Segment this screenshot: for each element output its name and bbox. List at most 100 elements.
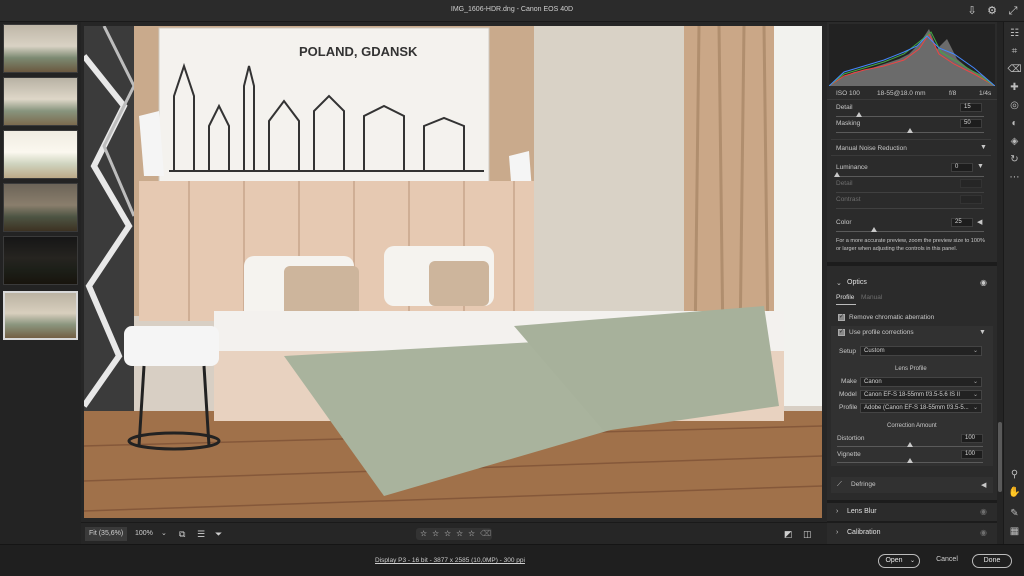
remove-ca-checkbox[interactable]: ✓ bbox=[838, 314, 845, 321]
tab-manual[interactable]: Manual bbox=[861, 294, 882, 301]
setup-select[interactable]: Custom ⌄ bbox=[860, 346, 982, 356]
red-eye-icon[interactable]: ◎ bbox=[1007, 98, 1022, 113]
model-select[interactable]: Canon EF-S 18-55mm f/3.5-5.6 IS II ⌄ bbox=[860, 390, 982, 400]
more-icon[interactable]: ⋯ bbox=[1007, 170, 1022, 185]
compare-icon[interactable]: ⧉ bbox=[179, 527, 185, 541]
filter-icon[interactable]: ⏷ bbox=[215, 527, 222, 541]
chevron-down-icon[interactable]: ⌄ bbox=[836, 279, 842, 287]
detail-slider-handle[interactable] bbox=[856, 112, 862, 117]
zoom-100-button[interactable]: 100% bbox=[135, 527, 153, 541]
hand-icon[interactable]: ✋ bbox=[1007, 485, 1022, 500]
distortion-slider-handle[interactable] bbox=[907, 442, 913, 447]
trash-icon[interactable]: ⌫ bbox=[480, 528, 491, 540]
filmstrip-thumb[interactable] bbox=[3, 24, 78, 73]
optics-heading[interactable]: Optics bbox=[847, 279, 867, 286]
crop-icon[interactable]: ⌗ bbox=[1007, 44, 1022, 59]
nr-detail-slider bbox=[836, 192, 984, 193]
chevron-right-icon[interactable]: › bbox=[836, 529, 838, 536]
profile-label: Profile bbox=[839, 404, 858, 411]
defringe-row[interactable]: ⟋ Defringe ◀ bbox=[831, 477, 993, 493]
zoom-fit-button[interactable]: Fit (35,6%) bbox=[85, 527, 128, 541]
edit-sliders-icon[interactable]: ☷ bbox=[1007, 26, 1022, 41]
scrollbar-thumb[interactable] bbox=[998, 422, 1002, 492]
chevron-down-icon: ⌄ bbox=[972, 392, 978, 398]
profile-value: Adobe (Canon EF-S 18-55mm f/3.5-5... bbox=[864, 405, 969, 411]
vignette-value-field[interactable]: 100 bbox=[961, 450, 983, 459]
eye-icon[interactable]: ◉ bbox=[980, 507, 987, 516]
luminance-slider[interactable] bbox=[836, 176, 984, 177]
star-icon[interactable]: ☆ bbox=[432, 528, 439, 540]
window-title: IMG_1606-HDR.dng - Canon EOS 40D bbox=[450, 6, 574, 13]
calibration-heading[interactable]: Calibration bbox=[847, 529, 880, 536]
make-value: Canon bbox=[864, 379, 882, 385]
correction-amount-heading: Correction Amount bbox=[887, 423, 937, 429]
eye-icon[interactable]: ◉ bbox=[980, 528, 987, 537]
luminance-label: Luminance bbox=[836, 164, 868, 171]
bedroom-photo: POLAND, GDANSK bbox=[84, 26, 822, 518]
model-label: Model bbox=[839, 391, 857, 398]
chevron-left-icon[interactable]: ◀ bbox=[981, 481, 986, 489]
filmstrip-thumb[interactable] bbox=[3, 77, 78, 126]
masking-value-field[interactable]: 50 bbox=[960, 119, 982, 128]
done-button[interactable]: Done bbox=[972, 554, 1012, 568]
filmstrip-thumb[interactable] bbox=[3, 183, 78, 232]
expand-icon[interactable]: ⤢ bbox=[1006, 4, 1020, 18]
vignette-slider-handle[interactable] bbox=[907, 458, 913, 463]
before-after-icon[interactable]: ◩ bbox=[784, 527, 793, 541]
rating-bar: ☆ ☆ ☆ ☆ ☆ ⌫ bbox=[416, 528, 492, 540]
star-icon[interactable]: ☆ bbox=[420, 528, 427, 540]
filmstrip-thumb-selected[interactable] bbox=[3, 291, 78, 340]
profile-select[interactable]: Adobe (Canon EF-S 18-55mm f/3.5-5... ⌄ bbox=[860, 403, 982, 413]
masking-label: Masking bbox=[836, 120, 861, 127]
chevron-down-icon[interactable]: ▼ bbox=[979, 329, 986, 336]
shutter-readout: 1/4s bbox=[979, 90, 992, 97]
aperture-readout: f/8 bbox=[949, 90, 957, 97]
chevron-right-icon[interactable]: › bbox=[836, 508, 838, 515]
nr-contrast-field bbox=[960, 195, 982, 204]
heal-icon[interactable]: ✚ bbox=[1007, 80, 1022, 95]
star-icon[interactable]: ☆ bbox=[468, 528, 475, 540]
zoom-icon[interactable]: ⚲ bbox=[1007, 467, 1022, 482]
photo-preview[interactable]: POLAND, GDANSK bbox=[84, 26, 822, 518]
chevron-down-icon: ⌄ bbox=[972, 379, 978, 385]
cancel-button[interactable]: Cancel bbox=[928, 554, 966, 568]
color-slider-handle[interactable] bbox=[871, 227, 877, 232]
presets-icon[interactable]: ◈ bbox=[1007, 134, 1022, 149]
masking-icon[interactable]: ◐ bbox=[1007, 116, 1022, 131]
open-button[interactable]: Open ⌄ bbox=[878, 554, 920, 568]
detail-value-field[interactable]: 15 bbox=[960, 103, 982, 112]
lens-blur-heading[interactable]: Lens Blur bbox=[847, 508, 877, 515]
star-icon[interactable]: ☆ bbox=[444, 528, 451, 540]
use-profile-checkbox[interactable]: ✓ bbox=[838, 329, 845, 336]
filmstrip-thumb[interactable] bbox=[3, 236, 78, 285]
eyedropper-icon[interactable]: ⟋ bbox=[837, 481, 842, 489]
chevron-down-icon[interactable]: ⌄ bbox=[910, 555, 915, 567]
lens-readout: 18-55@18.0 mm bbox=[877, 90, 926, 97]
tab-profile[interactable]: Profile bbox=[836, 294, 854, 301]
detail-label: Detail bbox=[836, 104, 853, 111]
chevron-left-icon[interactable]: ◀ bbox=[977, 218, 982, 226]
color-value-field[interactable]: 25 bbox=[951, 218, 973, 227]
eye-icon[interactable]: ◉ bbox=[980, 278, 987, 287]
eraser-icon[interactable]: ⌫ bbox=[1007, 62, 1022, 77]
workflow-options-link[interactable]: Display P3 - 16 bit - 3877 x 2585 (10,0M… bbox=[0, 557, 900, 564]
eyedropper-icon[interactable]: ✎ bbox=[1007, 506, 1022, 521]
filmstrip-thumb[interactable] bbox=[3, 130, 78, 179]
star-icon[interactable]: ☆ bbox=[456, 528, 463, 540]
sort-icon[interactable]: ☰ bbox=[197, 527, 205, 541]
title-bar: IMG_1606-HDR.dng - Canon EOS 40D ⇩ ⚙ ⤢ bbox=[0, 0, 1024, 22]
chevron-down-icon[interactable]: ⌄ bbox=[161, 527, 167, 541]
grid-icon[interactable]: ▦ bbox=[1007, 524, 1022, 539]
chevron-down-icon[interactable]: ▼ bbox=[980, 144, 987, 151]
gear-icon[interactable]: ⚙ bbox=[985, 4, 999, 18]
snapshots-icon[interactable]: ↻ bbox=[1007, 152, 1022, 167]
luminance-slider-handle[interactable] bbox=[834, 172, 840, 177]
luminance-value-field[interactable]: 0 bbox=[951, 163, 973, 172]
export-icon[interactable]: ⇩ bbox=[965, 4, 979, 18]
chevron-down-icon[interactable]: ▼ bbox=[977, 163, 984, 170]
color-slider[interactable] bbox=[836, 231, 984, 232]
distortion-value-field[interactable]: 100 bbox=[961, 434, 983, 443]
make-select[interactable]: Canon ⌄ bbox=[860, 377, 982, 387]
split-view-icon[interactable]: ◫ bbox=[803, 527, 812, 541]
masking-slider-handle[interactable] bbox=[907, 128, 913, 133]
